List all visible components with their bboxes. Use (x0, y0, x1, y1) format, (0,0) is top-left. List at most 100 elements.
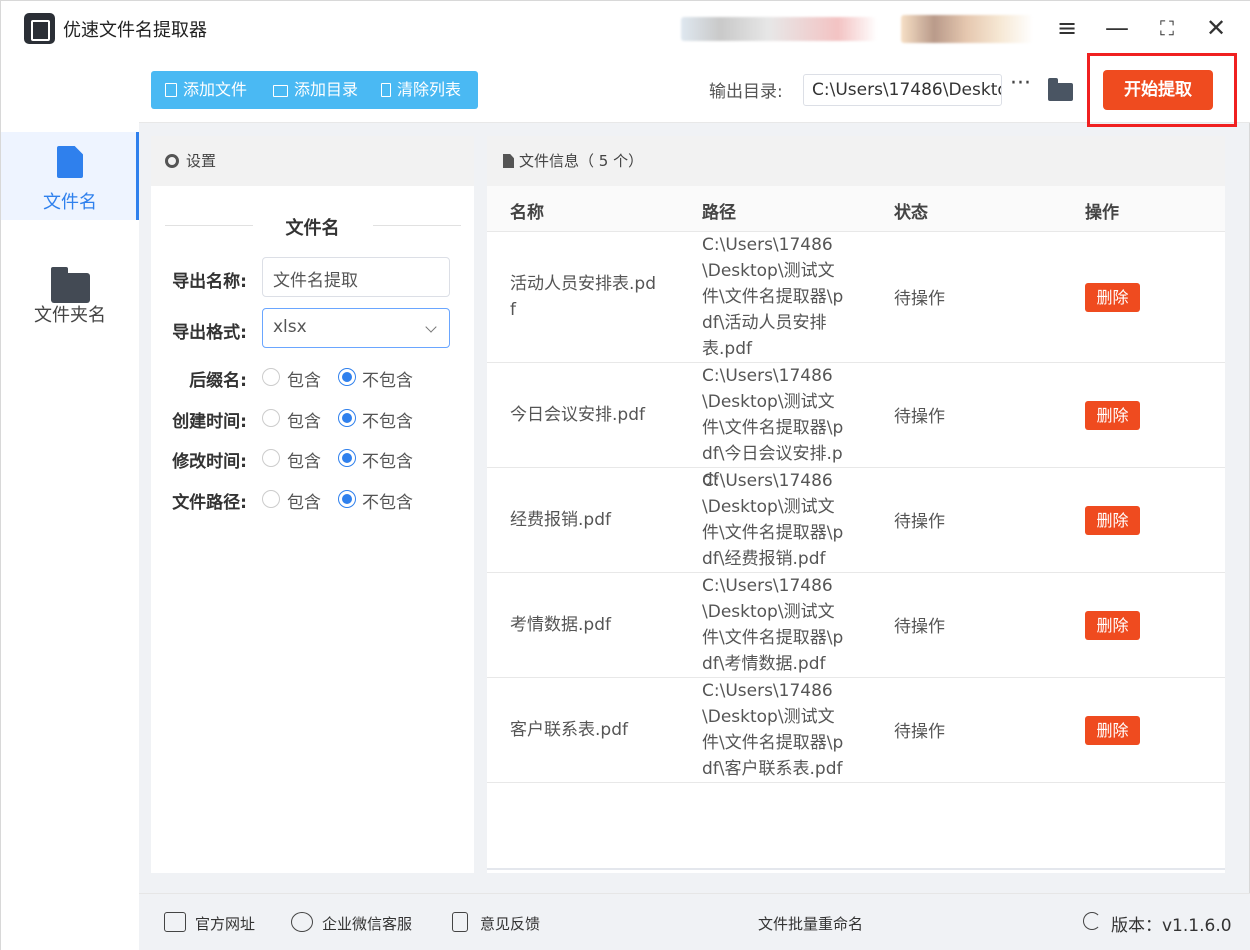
gear-icon (165, 154, 179, 168)
include-radio[interactable] (262, 490, 280, 508)
column-header-action: 操作 (1085, 203, 1119, 223)
include-radio[interactable] (262, 409, 280, 427)
file-status: 待操作 (894, 512, 945, 532)
version-label: 版本：v1.1.6.0 (1111, 916, 1232, 936)
sidebar-item-filename[interactable]: 文件名 (1, 132, 139, 220)
blurred-user-info (681, 17, 877, 41)
scrollbar-track[interactable] (487, 868, 1225, 870)
feedback-link[interactable]: 意见反馈 (480, 913, 540, 934)
exclude-label: 不包含 (362, 493, 413, 513)
add-folder-icon (273, 85, 288, 97)
app-title: 优速文件名提取器 (63, 20, 207, 41)
option-label: 创建时间: (172, 412, 247, 432)
menu-icon[interactable]: ≡ (1051, 13, 1083, 45)
file-info-panel: 文件信息（ 5 个） 名称 路径 状态 操作 活动人员安排表.pdf C:\Us… (487, 136, 1225, 873)
column-header-path: 路径 (702, 203, 736, 223)
table-header: 名称 路径 状态 操作 (487, 186, 1225, 232)
minimize-button[interactable]: — (1101, 13, 1133, 45)
more-options-button[interactable]: ··· (1010, 71, 1031, 96)
close-button[interactable]: ✕ (1200, 13, 1232, 45)
settings-header: 设置 (151, 136, 474, 186)
option-label: 后缀名: (189, 371, 247, 391)
exclude-label: 不包含 (362, 412, 413, 432)
settings-panel: 设置 文件名 导出名称: 文件名提取 导出格式: xlsx 后缀名: 包含 不包… (151, 136, 474, 873)
exclude-label: 不包含 (362, 371, 413, 391)
file-path: C:\Users\17486\Desktop\测试文件\文件名提取器\pdf\客… (702, 681, 844, 779)
blurred-avatar (901, 15, 1033, 43)
include-radio[interactable] (262, 449, 280, 467)
file-info-header: 文件信息（ 5 个） (487, 136, 1225, 186)
folder-icon (51, 267, 90, 303)
website-icon (164, 912, 186, 932)
delete-button[interactable]: 删除 (1085, 611, 1140, 640)
delete-button[interactable]: 删除 (1085, 401, 1140, 430)
settings-header-label: 设置 (186, 152, 217, 170)
file-info-header-label: 文件信息（ 5 个） (519, 152, 644, 170)
add-file-button[interactable]: 添加文件 (165, 71, 247, 109)
file-status: 待操作 (894, 407, 945, 427)
export-name-label: 导出名称: (172, 272, 247, 292)
trash-icon (381, 83, 391, 97)
table-row: 活动人员安排表.pdf C:\Users\17486\Desktop\测试文件\… (487, 232, 1225, 363)
wechat-icon (291, 912, 313, 932)
table-row: 考情数据.pdf C:\Users\17486\Desktop\测试文件\文件名… (487, 573, 1225, 678)
export-name-input[interactable]: 文件名提取 (262, 257, 450, 297)
file-name: 活动人员安排表.pdf (510, 274, 656, 320)
file-path: C:\Users\17486\Desktop\测试文件\文件名提取器\pdf\经… (702, 471, 844, 569)
file-path: C:\Users\17486\Desktop\测试文件\文件名提取器\pdf\考… (702, 576, 844, 674)
sidebar-item-label: 文件夹名 (34, 305, 106, 326)
export-format-value: xlsx (273, 317, 307, 337)
include-label: 包含 (287, 412, 321, 432)
option-label: 修改时间: (172, 452, 247, 472)
add-file-label: 添加文件 (183, 80, 248, 99)
export-format-label: 导出格式: (172, 323, 247, 343)
file-name: 经费报销.pdf (510, 510, 611, 530)
file-name: 客户联系表.pdf (510, 720, 628, 740)
refresh-icon (1083, 912, 1101, 930)
column-header-name: 名称 (510, 203, 544, 223)
exclude-label: 不包含 (362, 452, 413, 472)
table-row: 客户联系表.pdf C:\Users\17486\Desktop\测试文件\文件… (487, 678, 1225, 783)
app-window: 优速文件名提取器 ≡ — ⛶ ✕ 文件名 文件夹名 添加文件 添加目录 清除列表… (0, 0, 1250, 950)
export-format-select[interactable]: xlsx (262, 308, 450, 348)
wechat-support-link[interactable]: 企业微信客服 (322, 913, 412, 934)
add-file-icon (165, 83, 177, 97)
include-label: 包含 (287, 493, 321, 513)
section-title: 文件名 (285, 218, 340, 239)
add-dir-button[interactable]: 添加目录 (273, 71, 358, 109)
file-path: C:\Users\17486\Desktop\测试文件\文件名提取器\pdf\活… (702, 235, 844, 359)
output-dir-label: 输出目录: (709, 82, 783, 102)
chevron-down-icon (425, 321, 437, 333)
file-status: 待操作 (894, 617, 945, 637)
include-radio[interactable] (262, 368, 280, 386)
exclude-radio[interactable] (338, 490, 356, 508)
table-row: 经费报销.pdf C:\Users\17486\Desktop\测试文件\文件名… (487, 468, 1225, 573)
batch-rename-link[interactable]: 文件批量重命名 (758, 913, 863, 934)
app-logo-icon (24, 13, 55, 44)
exclude-radio[interactable] (338, 409, 356, 427)
delete-button[interactable]: 删除 (1085, 283, 1140, 312)
include-label: 包含 (287, 371, 321, 391)
output-dir-input[interactable]: C:\Users\17486\Deskto (803, 74, 1002, 106)
table-row: 今日会议安排.pdf C:\Users\17486\Desktop\测试文件\文… (487, 363, 1225, 490)
clear-list-label: 清除列表 (397, 80, 462, 99)
include-label: 包含 (287, 452, 321, 472)
start-extract-button[interactable]: 开始提取 (1103, 70, 1213, 110)
file-name: 今日会议安排.pdf (510, 405, 645, 425)
file-name: 考情数据.pdf (510, 615, 611, 635)
file-status: 待操作 (894, 289, 945, 309)
title-bar: 优速文件名提取器 ≡ — ⛶ ✕ (1, 1, 1250, 57)
delete-button[interactable]: 删除 (1085, 716, 1140, 745)
column-header-status: 状态 (894, 203, 928, 223)
toolbar: 添加文件 添加目录 清除列表 输出目录: C:\Users\17486\Desk… (139, 53, 1250, 127)
exclude-radio[interactable] (338, 449, 356, 467)
website-link[interactable]: 官方网址 (195, 913, 255, 934)
sidebar-item-foldername[interactable]: 文件夹名 (1, 245, 139, 333)
delete-button[interactable]: 删除 (1085, 506, 1140, 535)
maximize-button[interactable]: ⛶ (1151, 13, 1183, 45)
file-icon (503, 154, 514, 168)
open-folder-icon[interactable] (1048, 78, 1073, 101)
sidebar-item-label: 文件名 (43, 192, 97, 213)
clear-list-button[interactable]: 清除列表 (381, 71, 461, 109)
exclude-radio[interactable] (338, 368, 356, 386)
